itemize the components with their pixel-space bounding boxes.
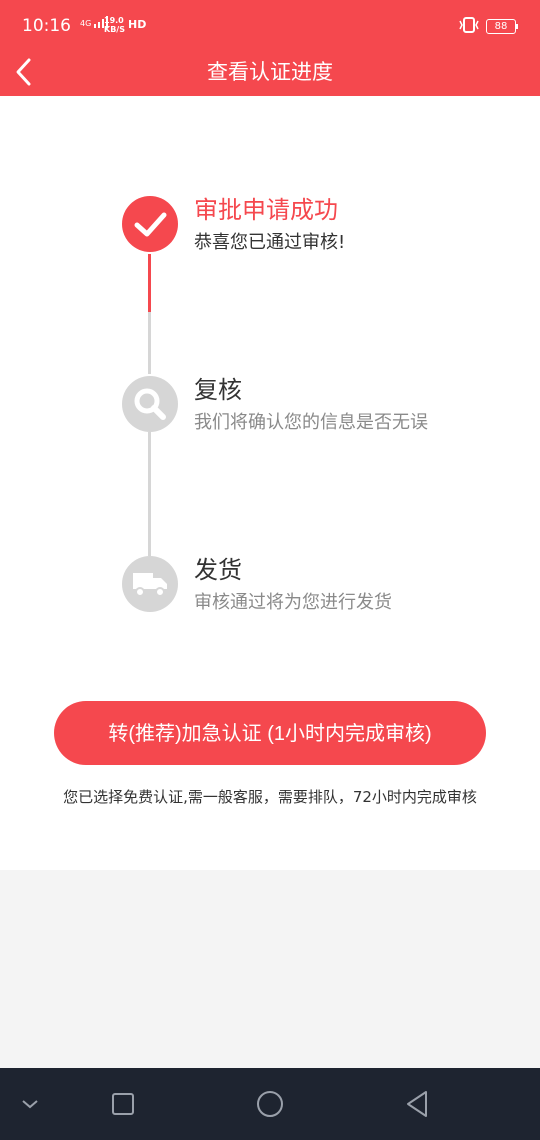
battery-indicator: 88 — [486, 19, 518, 34]
step-title: 审批申请成功 — [194, 196, 338, 224]
step-connector-1 — [148, 312, 151, 374]
nav-collapse-button[interactable] — [10, 1086, 50, 1122]
step-connector-progress — [148, 254, 151, 312]
truck-icon — [133, 573, 167, 597]
step-circle-done — [122, 196, 178, 252]
page-title: 查看认证进度 — [207, 60, 333, 84]
step-circle-pending — [122, 376, 178, 432]
step-title: 发货 — [194, 556, 242, 584]
step-subtitle: 审核通过将为您进行发货 — [194, 592, 392, 613]
step-connector-2 — [148, 432, 151, 556]
nav-back-button[interactable] — [398, 1086, 438, 1122]
nav-recents-button[interactable] — [103, 1086, 143, 1122]
speed-unit: KB/S — [104, 25, 125, 34]
triangle-back-icon — [407, 1091, 427, 1117]
step-subtitle: 我们将确认您的信息是否无误 — [194, 412, 428, 433]
queue-notice: 您已选择免费认证,需一般客服，需要排队，72小时内完成审核 — [63, 788, 477, 806]
status-time: 10:16 — [22, 16, 71, 36]
search-icon — [134, 388, 166, 420]
expedite-certification-button[interactable]: 转(推荐)加急认证 (1小时内完成审核) — [54, 701, 486, 765]
check-icon — [134, 212, 167, 237]
chevron-down-icon — [22, 1100, 38, 1109]
circle-icon — [257, 1091, 283, 1117]
network-type: 4G — [80, 19, 92, 28]
app-bar: 查看认证进度 — [0, 50, 540, 96]
step-circle-pending — [122, 556, 178, 612]
network-speed: 19.0 KB/S — [104, 16, 125, 34]
speed-value: 19.0 — [104, 16, 124, 25]
status-bar: 10:16 4G 19.0 KB/S HD 88 — [0, 0, 540, 50]
system-nav-bar — [0, 1068, 540, 1140]
step-subtitle: 恭喜您已通过审核! — [194, 232, 346, 253]
hd-indicator: HD — [128, 18, 147, 31]
progress-card: 审批申请成功 恭喜您已通过审核! 复核 我们将确认您的信息是否无误 发货 审核通… — [0, 96, 540, 870]
square-icon — [112, 1093, 134, 1115]
step-title: 复核 — [194, 376, 242, 404]
nav-home-button[interactable] — [250, 1086, 290, 1122]
vibrate-icon — [459, 17, 479, 33]
